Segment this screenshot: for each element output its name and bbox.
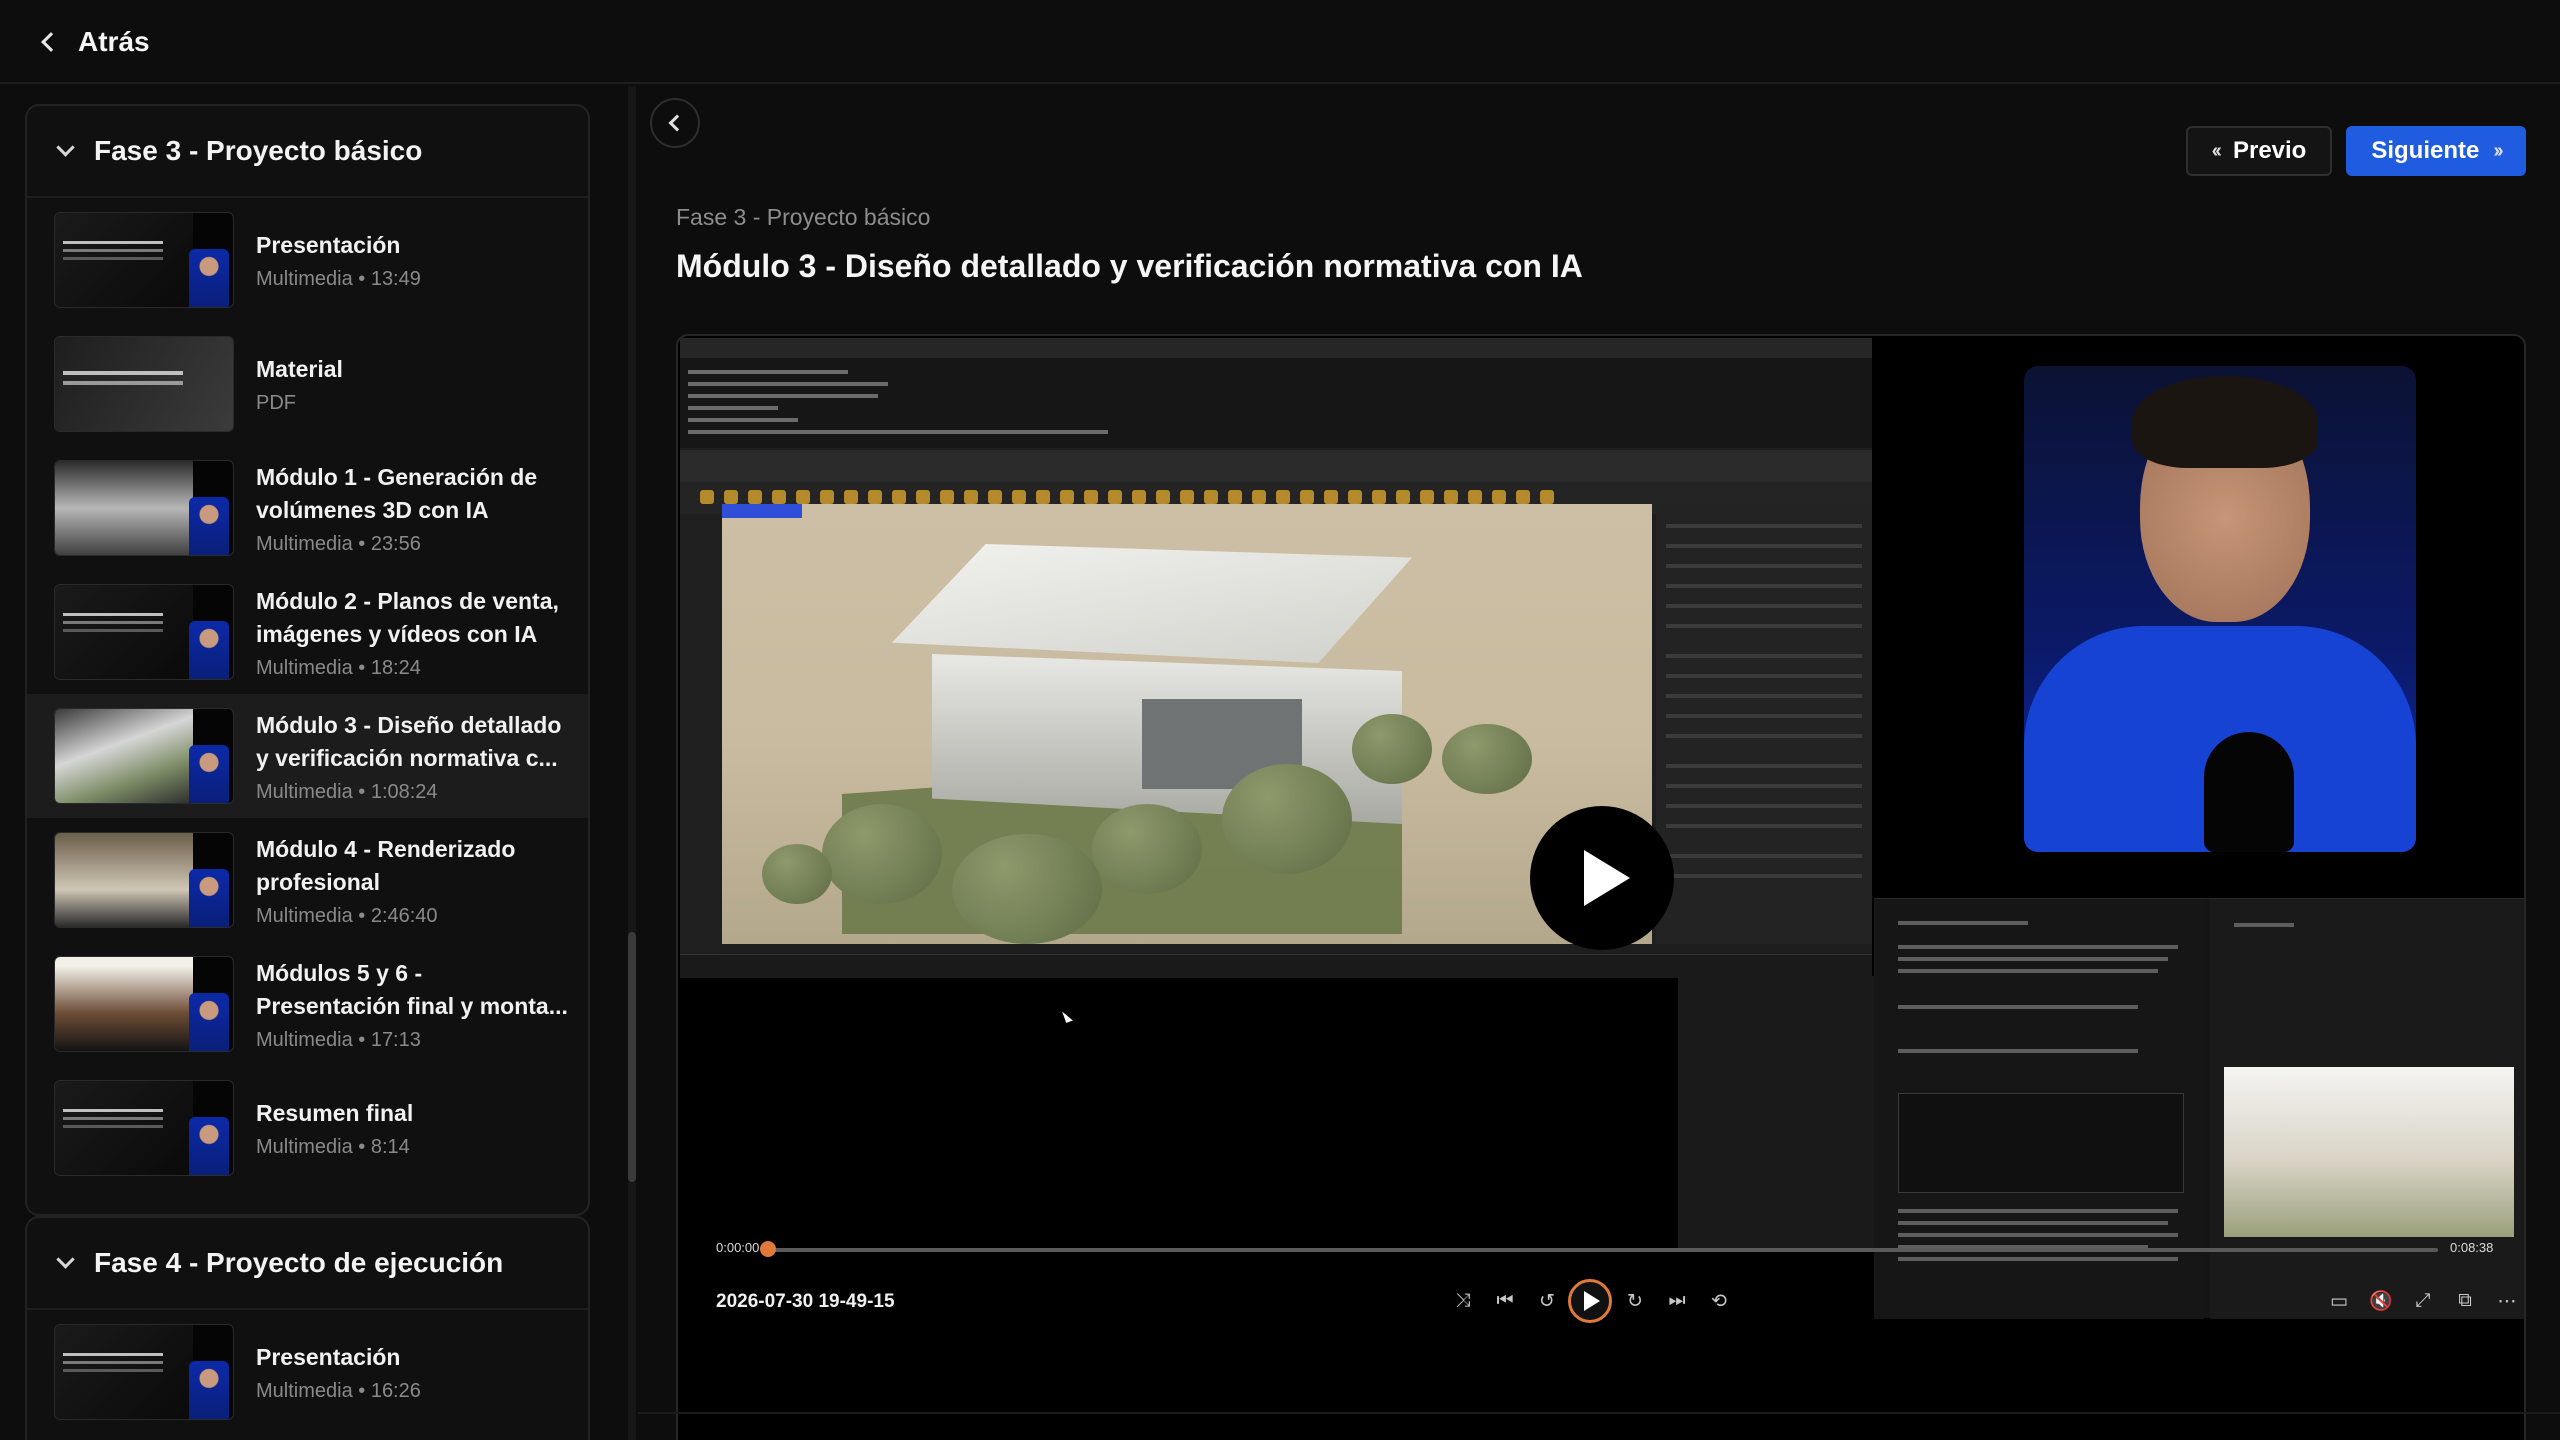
lesson-item[interactable]: Presentación Multimedia • 16:26 [27,1310,588,1434]
lesson-item-active[interactable]: Módulo 3 - Diseño detallado y verificaci… [27,694,588,818]
lesson-item[interactable]: Presentación Multimedia • 13:49 [27,198,588,322]
divider [638,1412,2560,1414]
fullscreen-icon[interactable]: ⤢ [2408,1286,2438,1316]
lesson-item[interactable]: Módulo 4 - Renderizado profesional Multi… [27,818,588,942]
section-title: Fase 4 - Proyecto de ejecución [94,1247,504,1278]
chevron-left-icon [41,32,61,52]
total-time: 0:08:38 [2450,1240,2494,1255]
lesson-item[interactable]: Módulo 1 - Generación de volúmenes 3D co… [27,446,588,570]
lesson-meta: Multimedia • 2:46:40 [256,904,438,927]
lesson-meta: Multimedia • 16:26 [256,1380,421,1402]
breadcrumb[interactable]: Fase 3 - Proyecto básico [676,204,930,231]
loop-icon[interactable]: ⟲ [1704,1286,1734,1316]
lesson-thumbnail [54,212,234,308]
section-title: Fase 3 - Proyecto básico [94,135,423,166]
chevron-down-icon [56,1249,75,1269]
section-header[interactable]: Fase 3 - Proyecto básico [27,106,588,198]
progress-bar[interactable] [760,1241,2524,1257]
back-label: Atrás [78,26,150,57]
section-fase-4: Fase 4 - Proyecto de ejecución Presentac… [25,1216,590,1440]
video-frame-chat-panel [1874,898,2524,1319]
double-chevron-left-icon: ‹‹ [2211,139,2222,162]
section-fase-3: Fase 3 - Proyecto básico Presentación Mu… [25,104,590,1216]
back-link[interactable]: Atrás [38,22,150,62]
forward-icon[interactable]: ↻ [1620,1286,1650,1316]
lesson-meta: PDF [256,392,296,414]
chevron-down-icon [56,137,75,157]
lesson-title: Material [256,356,343,382]
lesson-thumbnail [54,336,234,432]
double-chevron-right-icon: ›› [2493,139,2503,162]
video-player[interactable]: 0:00:00 0:08:38 2026-07-30 19-49-15 ⤨ ⏮ … [676,334,2526,1440]
section-header[interactable]: Fase 4 - Proyecto de ejecución [27,1218,588,1310]
page-title: Módulo 3 - Diseño detallado y verificaci… [676,248,1583,284]
pip-icon[interactable]: ⧉ [2450,1286,2480,1316]
subtitles-icon[interactable]: ▭ [2324,1286,2354,1316]
video-frame-cad-window [680,338,1872,978]
next-button[interactable]: Siguiente ›› [2346,126,2526,176]
lesson-meta: Multimedia • 18:24 [256,656,421,679]
recording-name: 2026-07-30 19-49-15 [716,1291,895,1312]
lesson-title: Módulo 4 - Renderizado profesional [256,835,516,895]
lesson-title: Módulo 2 - Planos de venta, imágenes y v… [256,587,559,647]
lesson-thumbnail [54,832,234,928]
lesson-meta: Multimedia • 13:49 [256,268,421,290]
lesson-title: Módulo 3 - Diseño detallado y verificaci… [256,711,562,771]
more-options-icon[interactable]: ⋯ [2492,1286,2522,1316]
previous-button[interactable]: ‹‹ Previo [2186,126,2332,176]
rewind-icon[interactable]: ↺ [1532,1286,1562,1316]
lesson-content: ‹‹ Previo Siguiente ›› Fase 3 - Proyecto… [638,86,2560,1440]
play-overlay-button[interactable] [1530,806,1674,950]
skip-previous-icon[interactable]: ⏮ [1490,1286,1520,1316]
collapse-sidebar-button[interactable] [650,98,700,148]
shuffle-icon[interactable]: ⤨ [1448,1286,1478,1316]
skip-next-icon[interactable]: ⏭ [1662,1286,1692,1316]
course-sidebar: Fase 3 - Proyecto básico Presentación Mu… [0,86,622,1440]
lesson-thumbnail [54,584,234,680]
lesson-thumbnail [54,1324,234,1420]
lesson-thumbnail [54,460,234,556]
current-time: 0:00:00 [716,1240,760,1255]
lesson-thumbnail [54,1080,234,1176]
play-icon [1584,1291,1600,1311]
progress-track[interactable] [768,1248,2438,1252]
lesson-thumbnail [54,956,234,1052]
progress-knob[interactable] [760,1241,776,1257]
mute-icon[interactable]: 🔇 [2366,1286,2396,1316]
lesson-title: Presentación [256,1344,401,1370]
lesson-meta: Multimedia • 17:13 [256,1028,421,1051]
chevron-left-icon [668,114,686,132]
lesson-meta: Multimedia • 1:08:24 [256,780,438,803]
lesson-meta: Multimedia • 8:14 [256,1136,410,1158]
lesson-item[interactable]: Material PDF [27,322,588,446]
previous-label: Previo [2232,137,2307,164]
lesson-item[interactable]: Módulo 2 - Planos de venta, imágenes y v… [27,570,588,694]
lesson-item[interactable]: Resumen final Multimedia • 8:14 [27,1066,588,1190]
lesson-title: Presentación [256,232,401,258]
play-button[interactable] [1568,1279,1612,1323]
sidebar-scrollbar[interactable] [628,86,636,1440]
top-bar: Atrás [0,0,2560,84]
lesson-title: Resumen final [256,1100,414,1126]
lesson-title: Módulos 5 y 6 - Presentación final y mon… [256,959,568,1019]
lesson-meta: Multimedia • 23:56 [256,532,421,555]
video-frame-webcam [2024,366,2416,852]
lesson-item[interactable]: Módulos 5 y 6 - Presentación final y mon… [27,942,588,1066]
lesson-title: Módulo 1 - Generación de volúmenes 3D co… [256,463,538,523]
scrollbar-thumb[interactable] [628,932,636,1182]
play-icon [1584,850,1630,906]
next-label: Siguiente [2371,137,2480,164]
mouse-cursor-icon [1062,1009,1073,1023]
lesson-thumbnail [54,708,234,804]
